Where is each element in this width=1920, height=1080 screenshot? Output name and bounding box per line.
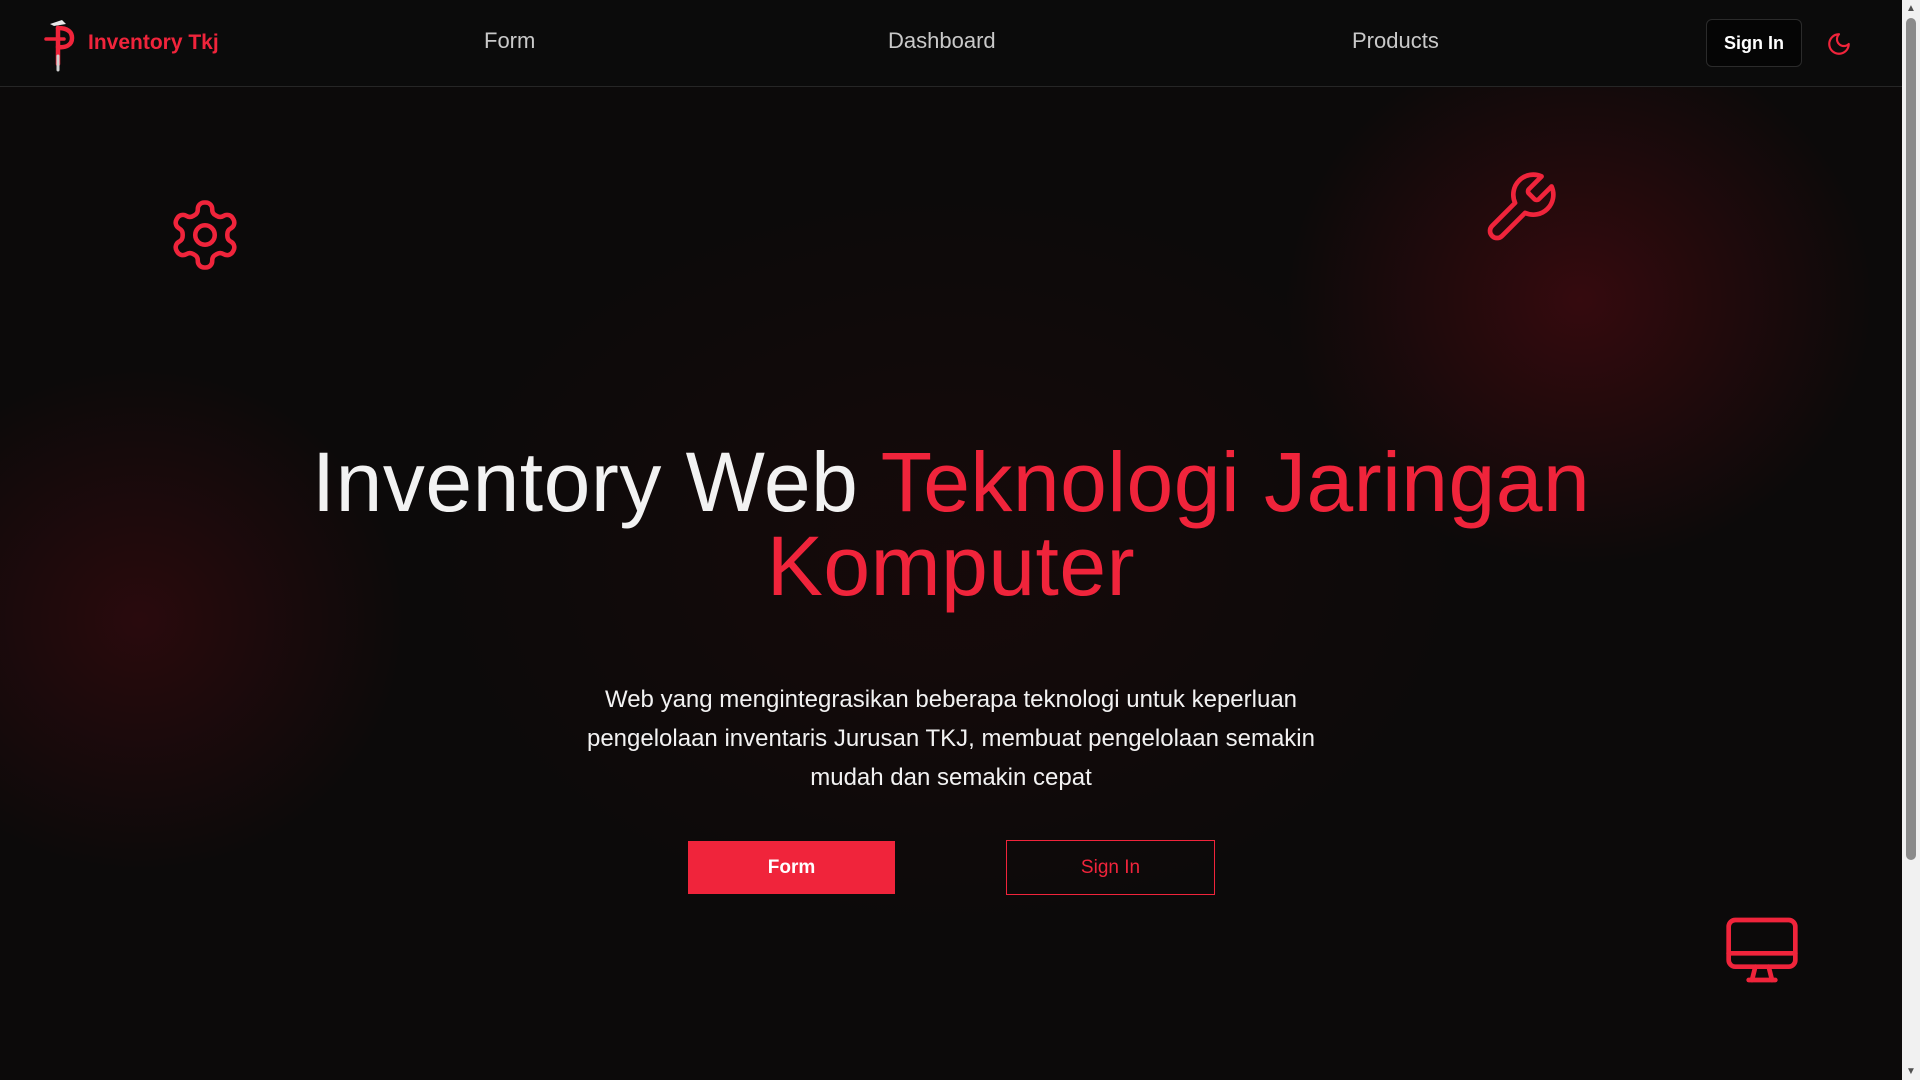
hero-title: Inventory Web Teknologi Jaringan Kompute… [0, 440, 1902, 608]
nav-link-dashboard[interactable]: Dashboard [888, 28, 996, 54]
brand-link[interactable]: Inventory Tkj [42, 14, 219, 72]
nav-link-form[interactable]: Form [484, 28, 535, 54]
theme-toggle-button[interactable] [1826, 31, 1852, 57]
page: Inventory Tkj Form Dashboard Products Si… [0, 0, 1902, 1080]
hero-title-main: Inventory Web [311, 435, 859, 529]
hero-description: Web yang mengintegrasikan beberapa tekno… [586, 686, 1315, 791]
monitor-icon [1726, 917, 1798, 983]
gear-icon [173, 200, 237, 270]
brand-logo-icon [44, 20, 75, 72]
nav-sign-in-button[interactable]: Sign In [1706, 19, 1802, 67]
hero-title-highlight-line1: Teknologi Jaringan [880, 435, 1591, 529]
form-button[interactable]: Form [688, 841, 895, 894]
sign-in-button[interactable]: Sign In [1006, 840, 1215, 895]
brand-name: Inventory Tkj [88, 31, 219, 54]
moon-icon [1828, 33, 1850, 55]
hero-title-highlight-line2: Komputer [766, 519, 1136, 613]
nav-link-products[interactable]: Products [1352, 28, 1439, 54]
navbar: Inventory Tkj Form Dashboard Products Si… [0, 0, 1902, 87]
vertical-scrollbar[interactable]: ▲ ▼ [1902, 0, 1920, 1080]
wrench-icon [1487, 172, 1556, 241]
scroll-up-arrow-icon[interactable]: ▲ [1902, 0, 1920, 17]
scroll-down-arrow-icon[interactable]: ▼ [1902, 1063, 1920, 1080]
scrollbar-thumb[interactable] [1906, 18, 1916, 860]
